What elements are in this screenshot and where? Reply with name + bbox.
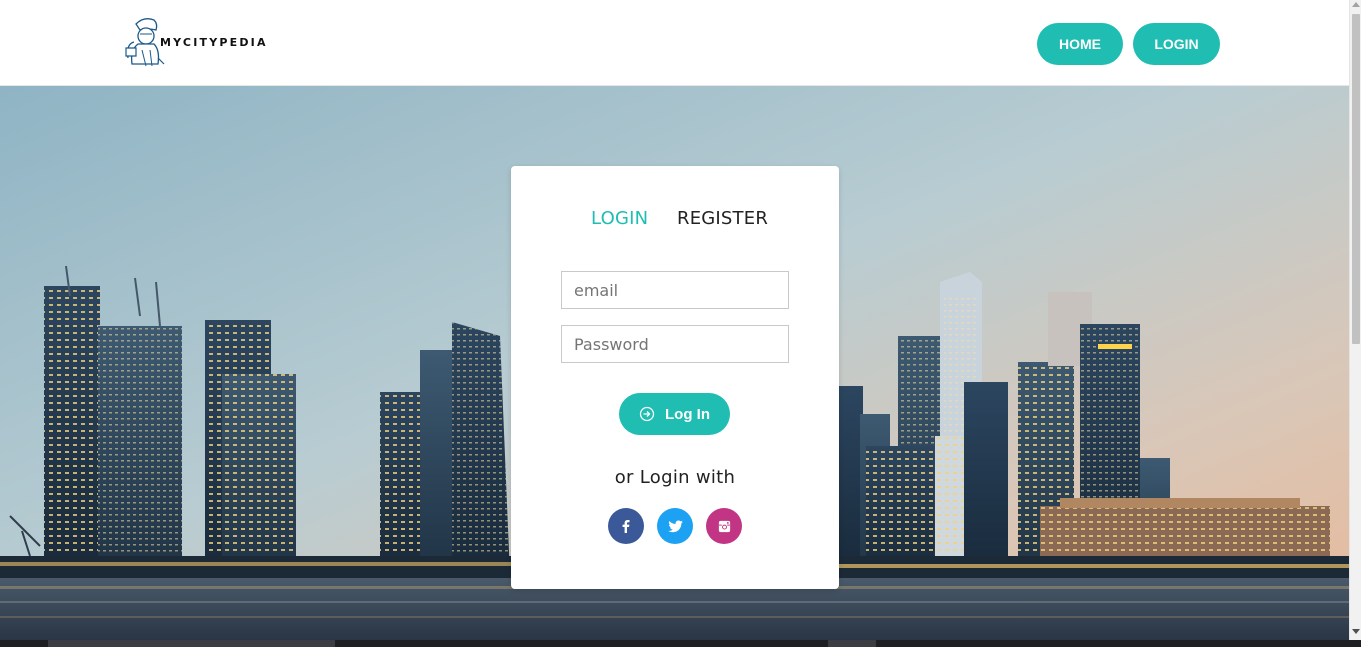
- or-login-with-text: or Login with: [614, 467, 736, 488]
- taskbar-segment: [828, 640, 876, 647]
- twitter-icon: [667, 519, 683, 532]
- facebook-icon: [622, 520, 630, 533]
- twitter-login-button[interactable]: [657, 508, 693, 544]
- log-in-label: Log In: [665, 405, 710, 423]
- brand-name: MYCITYPEDIA: [160, 35, 268, 49]
- taskbar-segment: [48, 640, 335, 647]
- brand-logo[interactable]: MYCITYPEDIA: [122, 14, 268, 70]
- tab-register[interactable]: REGISTER: [677, 208, 768, 229]
- page-scrollbar[interactable]: [1349, 0, 1361, 640]
- sign-in-icon: [639, 406, 655, 422]
- taskbar-strip: [0, 640, 1361, 647]
- instagram-login-button[interactable]: [706, 508, 742, 544]
- password-field[interactable]: [561, 325, 789, 363]
- login-card: LOGIN REGISTER Log In or Login with: [511, 166, 839, 589]
- facebook-login-button[interactable]: [608, 508, 644, 544]
- nav-home-button[interactable]: HOME: [1037, 23, 1123, 65]
- scrollbar-thumb[interactable]: [1352, 14, 1360, 344]
- scroll-down-arrow-icon[interactable]: [1352, 629, 1360, 634]
- site-header: MYCITYPEDIA HOME LOGIN: [0, 0, 1349, 86]
- log-in-button[interactable]: Log In: [619, 393, 730, 435]
- instagram-icon: [718, 520, 730, 532]
- tab-login[interactable]: LOGIN: [591, 208, 648, 229]
- nav-login-button[interactable]: LOGIN: [1133, 23, 1220, 65]
- scroll-up-arrow-icon[interactable]: [1352, 2, 1360, 7]
- email-field[interactable]: [561, 271, 789, 309]
